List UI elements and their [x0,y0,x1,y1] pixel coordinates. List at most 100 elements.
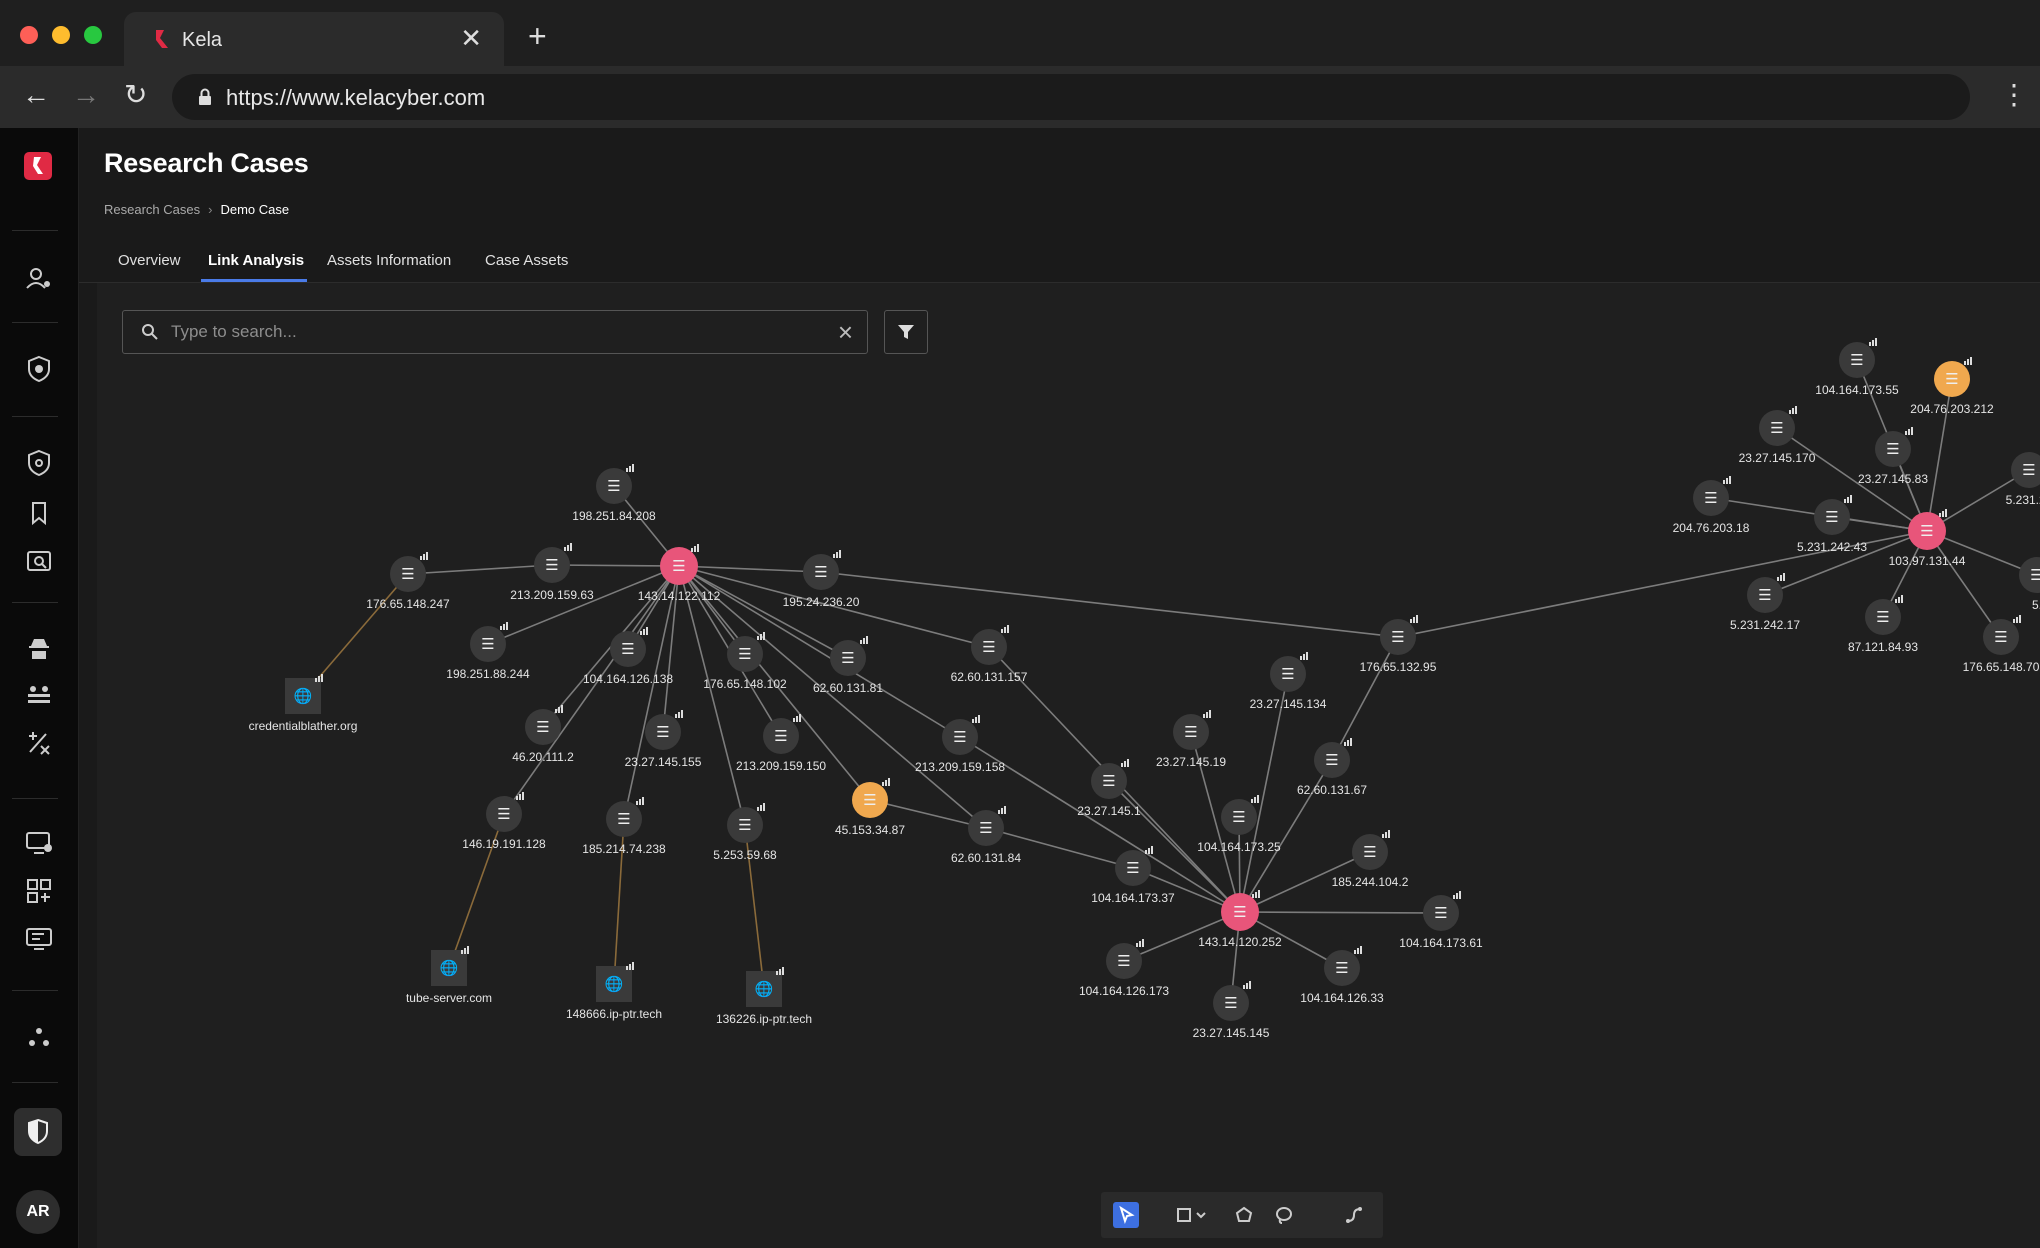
cursor-icon[interactable] [1113,1202,1139,1228]
ip-node[interactable]: ☰ 176.65.148.70 [1963,615,2040,674]
browser-menu-icon[interactable]: ⋮ [2000,78,2028,111]
ip-node[interactable]: ☰ 5.231.242.17 [1730,573,1800,632]
ip-node[interactable]: ☰ 5. [2019,553,2040,612]
ip-node[interactable]: ☰ 23.27.145.19 [1156,710,1226,769]
node-label: 143.14.120.252 [1198,935,1282,949]
clear-search-icon[interactable]: × [838,317,853,348]
domain-node[interactable]: 🌐 credentialblather.org [249,674,358,733]
user-icon[interactable] [24,264,54,294]
signal-bar [1151,846,1153,854]
ip-node[interactable]: ☰ 23.27.145.83 [1858,427,1928,486]
ip-node[interactable]: ☰ 5.231.24 [2006,448,2040,507]
breadcrumb-link[interactable]: Research Cases [104,202,200,217]
ip-node[interactable]: ☰ 87.121.84.93 [1848,595,1918,654]
graph-search-input[interactable]: Type to search... × [122,310,868,354]
node-label: 23.27.145.145 [1193,1026,1270,1040]
ip-node[interactable]: ☰ 23.27.145.155 [625,710,702,769]
active-tab-indicator [201,279,307,282]
ip-node[interactable]: ☰ 104.164.173.61 [1399,891,1483,950]
tab-case-assets[interactable]: Case Assets [485,252,568,269]
server-icon: ☰ [1434,904,1447,922]
ip-node[interactable]: ☰ 104.164.173.37 [1091,846,1175,905]
domain-node[interactable]: 🌐 136226.ip-ptr.tech [716,967,812,1026]
signal-bar [1869,342,1871,346]
ip-node[interactable]: ☰ 23.27.145.145 [1193,981,1270,1040]
ip-node[interactable]: ☰ 62.60.131.67 [1297,738,1367,797]
node-label: 62.60.131.81 [813,681,883,695]
ip-node[interactable]: ☰ 45.153.34.87 [835,778,905,837]
spy-icon[interactable] [24,634,54,664]
monitor-icon[interactable] [24,828,54,858]
ip-node[interactable]: ☰ 23.27.145.170 [1739,406,1816,465]
ip-node[interactable]: ☰ 185.244.104.2 [1332,830,1409,889]
close-window-button[interactable] [20,26,38,44]
ip-node[interactable]: ☰ 198.251.88.244 [446,622,530,681]
sidebar-item-active[interactable] [14,1108,62,1156]
signal-bar [1004,806,1006,814]
node-label: 5.253.59.68 [713,848,777,862]
ip-node[interactable]: ☰ 204.76.203.18 [1673,476,1750,535]
ip-node[interactable]: ☰ 213.209.159.63 [510,543,594,602]
shield-star-icon[interactable] [24,354,54,384]
address-bar[interactable]: https://www.kelacyber.com [172,74,1970,120]
tab-bar: Overview Link Analysis Assets Informatio… [79,242,2040,283]
server-icon: ☰ [1945,370,1958,388]
ip-node[interactable]: ☰ 23.27.145.134 [1250,652,1327,711]
ip-node[interactable]: ☰ 195.24.236.20 [783,550,860,609]
ip-node[interactable]: ☰ 198.251.84.208 [572,464,656,523]
graph-dots-icon[interactable] [24,1022,54,1052]
ip-node[interactable]: ☰ 104.164.126.33 [1300,946,1384,1005]
team-icon[interactable] [24,680,54,710]
forward-arrow-icon[interactable]: → [72,80,100,110]
ip-node[interactable]: ☰ 23.27.145.1 [1077,759,1141,818]
ip-node[interactable]: ☰ 176.65.132.95 [1360,615,1437,674]
signal-bar [1939,513,1941,517]
zoom-window-button[interactable] [84,26,102,44]
avatar[interactable]: AR [16,1190,60,1234]
node-label: 213.209.159.150 [736,759,826,773]
ip-node[interactable]: ☰ 146.19.191.128 [462,792,546,851]
tab-link-analysis[interactable]: Link Analysis [208,252,304,269]
chevron-down-icon[interactable] [1193,1202,1209,1228]
hub-node[interactable]: ☰ 103.97.131.44 [1889,509,1966,568]
link-graph[interactable]: ☰ 198.251.84.208 ☰ 213.209.159.63 ☰ 143.14.12… [97,283,2040,1248]
node-label: 148666.ip-ptr.tech [566,1007,662,1021]
domain-node[interactable]: 🌐 tube-server.com [406,946,492,1005]
ip-node[interactable]: ☰ 213.209.159.158 [915,715,1005,774]
ip-node[interactable]: ☰ 104.164.173.55 [1815,338,1899,397]
breadcrumb-current: Demo Case [220,202,290,217]
ip-node[interactable]: ☰ 46.20.111.2 [512,705,574,764]
tab-assets-information[interactable]: Assets Information [327,252,451,269]
ip-node[interactable]: ☰ 62.60.131.157 [951,625,1028,684]
kela-logo-icon[interactable] [24,152,52,180]
ip-node[interactable]: ☰ 213.209.159.150 [736,714,826,773]
filter-button[interactable] [884,310,928,354]
graph-selection-toolbar [1101,1192,1383,1238]
node-label: 5.231.242.43 [1797,540,1867,554]
apps-icon[interactable] [24,876,54,906]
ip-node[interactable]: ☰ 5.253.59.68 [713,803,777,862]
ip-node[interactable]: ☰ 185.214.74.238 [582,797,666,856]
browser-tab[interactable]: Kela ✕ [124,12,504,68]
new-tab-button[interactable]: + [528,20,547,52]
close-tab-icon[interactable]: ✕ [460,25,482,51]
server-icon: ☰ [2030,566,2040,584]
connections-icon[interactable] [24,728,54,758]
graph-canvas[interactable]: ☰ 198.251.84.208 ☰ 213.209.159.63 ☰ 143.14.12… [97,283,2040,1248]
ip-node[interactable]: ☰ 204.76.203.212 [1910,357,1994,416]
image-search-icon[interactable] [24,546,54,576]
tab-overview[interactable]: Overview [118,252,181,269]
path-icon[interactable] [1341,1202,1367,1228]
minimize-window-button[interactable] [52,26,70,44]
ip-node[interactable]: ☰ 5.231.242.43 [1797,495,1867,554]
bookmark-icon[interactable] [24,498,54,528]
domain-node[interactable]: 🌐 148666.ip-ptr.tech [566,962,662,1021]
ip-node[interactable]: ☰ 176.65.148.102 [703,632,787,691]
back-arrow-icon[interactable]: ← [22,80,50,110]
lasso-icon[interactable] [1271,1202,1297,1228]
ip-node[interactable]: ☰ 176.65.148.247 [366,552,450,611]
polygon-icon[interactable] [1231,1202,1257,1228]
shield-eye-icon[interactable] [24,448,54,478]
screen-list-icon[interactable] [24,924,54,954]
reload-icon[interactable]: ↻ [124,80,147,110]
